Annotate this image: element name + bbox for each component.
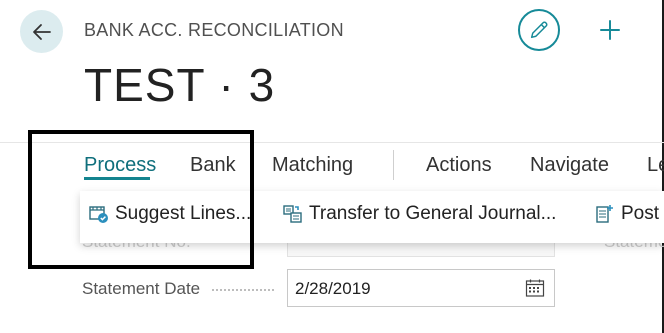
tab-actions[interactable]: Actions — [426, 154, 492, 177]
statement-date-value: 2/28/2019 — [295, 279, 371, 298]
statement-date-input[interactable]: 2/28/2019 — [287, 269, 555, 307]
statement-date-label: Statement Date — [82, 279, 201, 298]
post-icon — [596, 205, 613, 223]
page-subtitle: BANK ACC. RECONCILIATION — [84, 20, 344, 40]
page-title: TEST · 3 — [84, 59, 276, 111]
arrow-left-icon — [32, 23, 51, 40]
statement-no-field[interactable] — [287, 243, 555, 257]
pencil-icon — [530, 21, 548, 39]
post-button[interactable]: Post — [595, 203, 659, 225]
highlight-annotation-box — [28, 130, 254, 269]
edit-button[interactable] — [518, 9, 560, 51]
calendar-icon[interactable] — [525, 278, 545, 298]
transfer-to-general-journal-button[interactable]: Transfer to General Journal... — [283, 203, 556, 225]
tab-matching[interactable]: Matching — [272, 154, 353, 177]
plus-icon — [600, 20, 620, 40]
tab-divider — [393, 150, 394, 180]
transfer-journal-label: Transfer to General Journal... — [309, 203, 557, 224]
field-leader-dots — [212, 289, 274, 291]
tab-navigate[interactable]: Navigate — [530, 154, 609, 177]
back-button[interactable] — [20, 10, 63, 53]
tab-more-truncated[interactable]: Le — [647, 154, 664, 177]
transfer-journal-icon — [283, 205, 302, 223]
new-button[interactable] — [596, 16, 624, 44]
post-label: Post — [621, 203, 660, 224]
